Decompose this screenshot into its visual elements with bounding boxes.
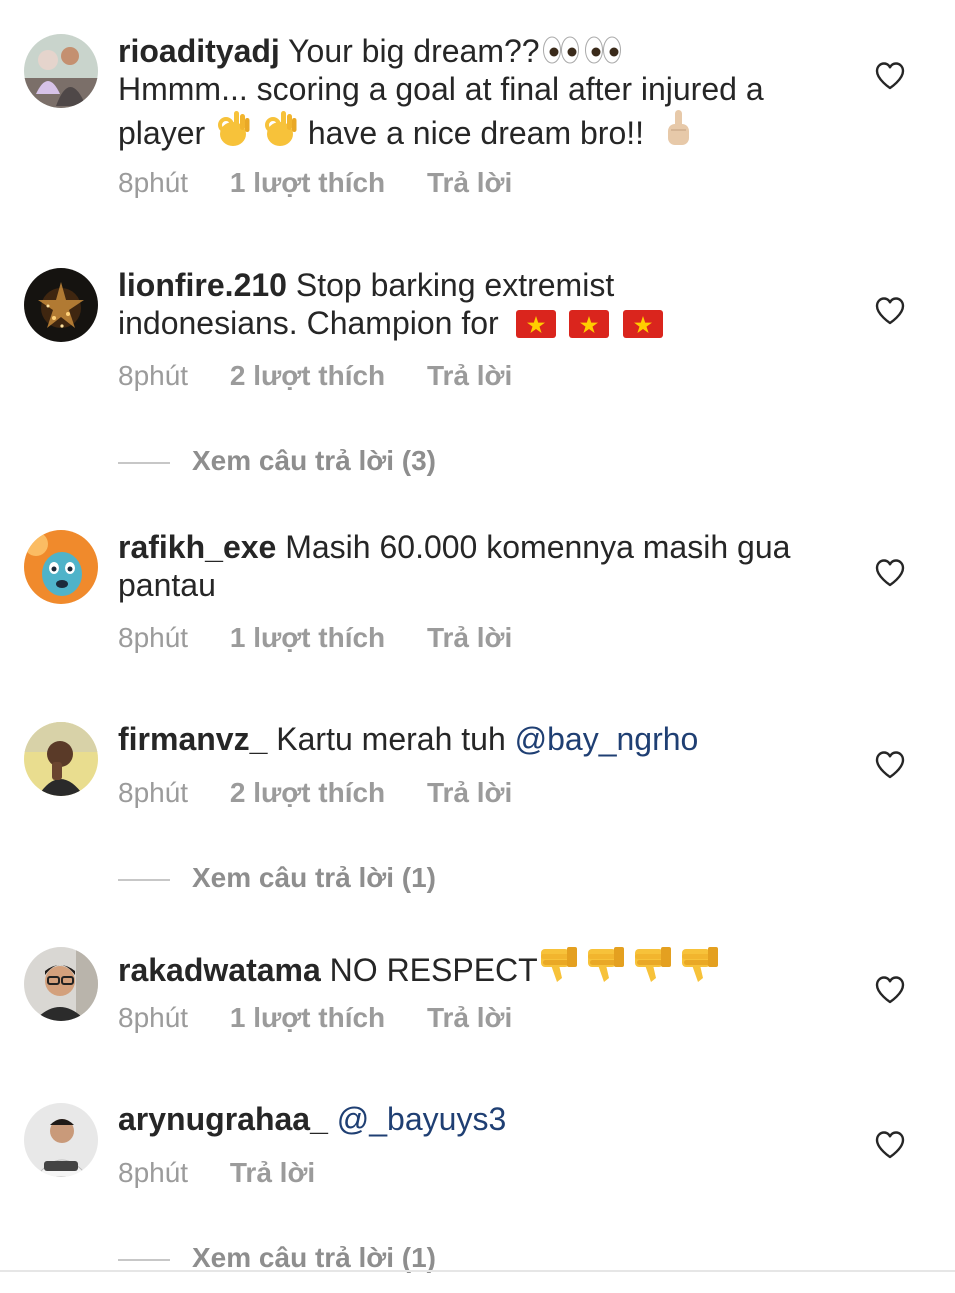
comment-time: 8phút [118,360,189,391]
comment-username[interactable]: rafikh_exe [118,529,276,565]
comment-text: arynugrahaa_ @_bayuys3 [118,1100,838,1138]
reply-button[interactable]: Trả lời [230,1157,315,1188]
comment-text: firmanvz_ Kartu merah tuh @bay_ngrho [118,720,838,758]
ok-hand-emoji-icon [215,108,251,148]
comment-username[interactable]: rakadwatama [118,952,321,988]
comment-likes[interactable]: 1 lượt thích [230,1002,385,1033]
comment-time: 8phút [118,1157,189,1188]
comment-text: rioadityadj Your big dream?? Hmmm... sco… [118,32,838,152]
reply-button[interactable]: Trả lời [427,1002,512,1033]
ok-hand-emoji-icon [262,108,298,148]
heart-outline-icon[interactable] [874,975,906,1005]
comment-meta: 8phút Trả lời [118,1156,349,1190]
comment-username[interactable]: rioadityadj [118,33,280,69]
comment-text: lionfire.210 Stop barking extremist indo… [118,266,838,342]
comment-likes[interactable]: 2 lượt thích [230,360,385,391]
avatar[interactable] [24,268,98,342]
heart-outline-icon[interactable] [874,1130,906,1160]
comment-body: Your big dream?? [288,33,540,69]
comment-meta: 8phút 2 lượt thích Trả lời [118,776,546,810]
vietnam-flag-emoji-icon [516,310,556,338]
comment-time: 8phút [118,777,189,808]
comment-body: NO RESPECT [329,952,538,988]
heart-outline-icon[interactable] [874,750,906,780]
comment-likes[interactable]: 1 lượt thích [230,622,385,653]
avatar[interactable] [24,722,98,796]
divider-line [118,878,170,881]
comment-body: have a nice dream bro!! [307,115,645,151]
thumbs-down-emoji-icon [633,945,673,985]
comment-meta: 8phút 1 lượt thích Trả lời [118,621,546,655]
view-replies-button[interactable]: Xem câu trả lời (3) [118,444,436,478]
view-replies-label: Xem câu trả lời (3) [192,445,436,476]
reply-button[interactable]: Trả lời [427,622,512,653]
heart-outline-icon[interactable] [874,296,906,326]
comment-meta: 8phút 2 lượt thích Trả lời [118,359,546,393]
comment-body: player [118,115,206,151]
comment-time: 8phút [118,622,189,653]
comment-body: pantau [118,567,216,603]
vietnam-flag-emoji-icon [623,310,663,338]
view-replies-label: Xem câu trả lời (1) [192,1242,436,1273]
comment-meta: 8phút 1 lượt thích Trả lời [118,166,546,200]
heart-outline-icon[interactable] [874,61,906,91]
comment-body: Masih 60.000 komennya masih gua [285,529,791,565]
comment-body: Stop barking extremist [295,267,615,303]
thumbs-down-emoji-icon [680,945,720,985]
heart-outline-icon[interactable] [874,558,906,588]
avatar[interactable] [24,530,98,604]
comment-body: Hmmm... scoring a goal at final after in… [118,71,764,107]
bottom-divider [0,1270,955,1272]
divider-line [118,1258,170,1261]
view-replies-button[interactable]: Xem câu trả lời (1) [118,861,436,895]
thumbs-down-emoji-icon [539,945,579,985]
middle-finger-emoji-icon [663,108,693,148]
mention-link[interactable]: @bay_ngrho [515,721,699,757]
comment-username[interactable]: firmanvz_ [118,721,267,757]
eyes-emoji-icon [541,34,581,66]
mention-link[interactable]: @_bayuys3 [337,1101,506,1137]
comment-body: indonesians. Champion for [118,305,499,341]
reply-button[interactable]: Trả lời [427,360,512,391]
comment-likes[interactable]: 1 lượt thích [230,167,385,198]
view-replies-label: Xem câu trả lời (1) [192,862,436,893]
comment-text: rafikh_exe Masih 60.000 komennya masih g… [118,528,838,604]
vietnam-flag-emoji-icon [569,310,609,338]
eyes-emoji-icon [583,34,623,66]
comment-time: 8phút [118,167,189,198]
comment-meta: 8phút 1 lượt thích Trả lời [118,1001,546,1035]
comment-username[interactable]: arynugrahaa_ [118,1101,328,1137]
comment-username[interactable]: lionfire.210 [118,267,287,303]
comment-text: rakadwatama NO RESPECT [118,945,838,989]
reply-button[interactable]: Trả lời [427,167,512,198]
comment-time: 8phút [118,1002,189,1033]
divider-line [118,461,170,464]
avatar[interactable] [24,34,98,108]
avatar[interactable] [24,1103,98,1177]
reply-button[interactable]: Trả lời [427,777,512,808]
comment-likes[interactable]: 2 lượt thích [230,777,385,808]
thumbs-down-emoji-icon [586,945,626,985]
avatar[interactable] [24,947,98,1021]
comment-body: Kartu merah tuh [276,721,506,757]
